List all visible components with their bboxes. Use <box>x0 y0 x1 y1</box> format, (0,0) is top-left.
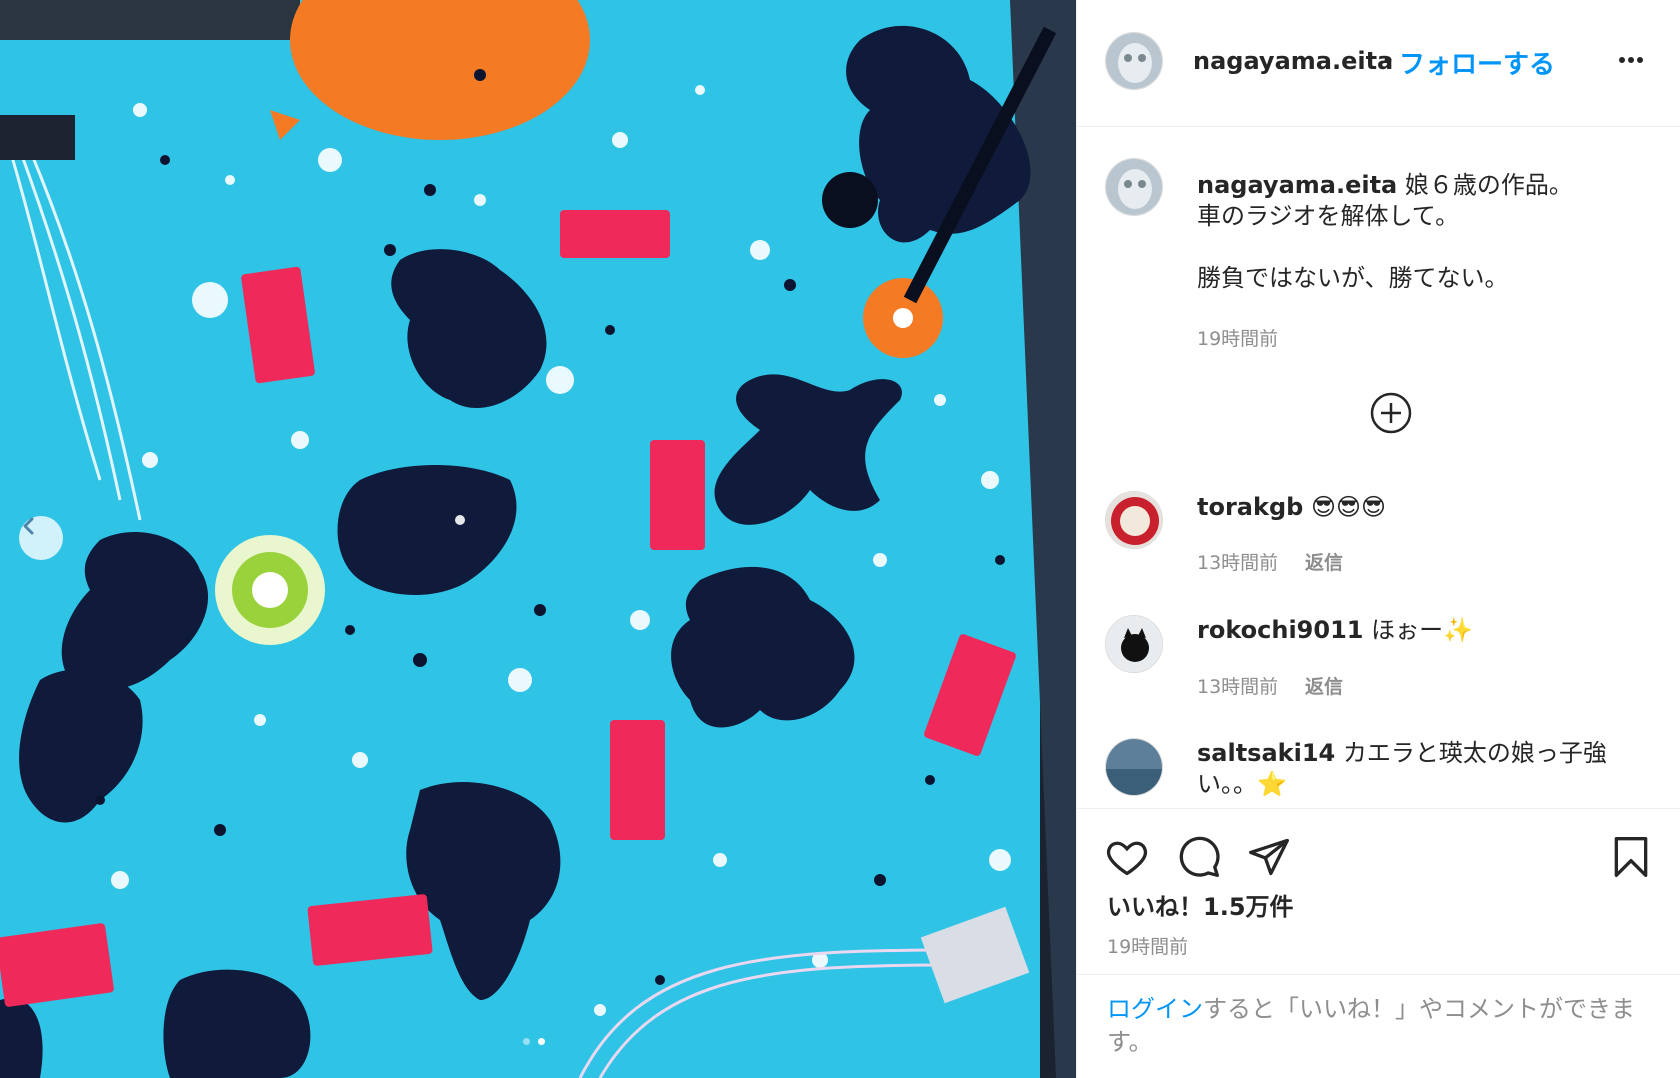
commenter-avatar[interactable] <box>1105 738 1163 796</box>
chevron-left-icon <box>23 517 34 535</box>
comment: rokochi9011 ほぉー✨ <box>1197 615 1637 646</box>
comment-bubble-icon <box>1179 836 1220 877</box>
comment-text: 😎😎😎 <box>1310 493 1387 521</box>
more-dots-icon <box>1619 57 1643 63</box>
comment-username[interactable]: torakgb <box>1197 493 1303 521</box>
comment-time[interactable]: 13時間前 <box>1197 672 1278 699</box>
load-more-comments-button[interactable] <box>1369 391 1413 435</box>
comment-text: ほぉー✨ <box>1371 616 1473 644</box>
carousel-dot <box>523 1038 530 1045</box>
plus-circle-icon <box>1370 392 1412 434</box>
carousel-prev-button[interactable] <box>19 516 63 560</box>
like-button[interactable] <box>1105 835 1149 883</box>
commenter-avatar[interactable] <box>1105 615 1163 673</box>
post-header: nagayama.eita • フォローする <box>1077 0 1680 127</box>
caption: nagayama.eita 娘６歳の作品。 車のラジオを解体して。 勝負ではない… <box>1197 170 1657 294</box>
paper-plane-icon <box>1249 838 1289 876</box>
bookmark-icon <box>1614 837 1648 877</box>
caption-username[interactable]: nagayama.eita <box>1197 171 1397 199</box>
header-separator: • <box>1381 47 1396 75</box>
comment-username[interactable]: saltsaki14 <box>1197 739 1335 767</box>
save-button[interactable] <box>1609 835 1653 883</box>
post-side-panel: nagayama.eita • フォローする nagayama.eita 娘６歳… <box>1076 0 1680 1078</box>
reply-button[interactable]: 返信 <box>1305 548 1343 575</box>
avatar-image <box>1106 739 1162 795</box>
avatar-image <box>1106 33 1162 89</box>
login-link[interactable]: ログイン <box>1107 995 1203 1023</box>
author-avatar[interactable] <box>1105 32 1163 90</box>
comment-username[interactable]: rokochi9011 <box>1197 616 1363 644</box>
more-options-button[interactable] <box>1617 46 1645 81</box>
comment-time[interactable]: 13時間前 <box>1197 548 1278 575</box>
caption-time[interactable]: 19時間前 <box>1197 324 1278 351</box>
share-button[interactable] <box>1247 835 1291 883</box>
carousel-dot-active <box>538 1038 545 1045</box>
painting-artwork <box>0 0 1076 1078</box>
avatar-image <box>1106 492 1162 548</box>
author-username[interactable]: nagayama.eita <box>1193 47 1393 75</box>
avatar-image <box>1106 616 1162 672</box>
follow-button[interactable]: フォローする <box>1399 44 1555 81</box>
like-count[interactable]: いいね！1.5万件 <box>1107 887 1294 922</box>
comment: saltsaki14 カエラと瑛太の娘っ子強い。。⭐️ <box>1197 738 1637 800</box>
login-prompt-text: ログインすると「いいね！」やコメントができます。 <box>1107 993 1647 1059</box>
comment: torakgb 😎😎😎 <box>1197 492 1637 523</box>
reply-button[interactable]: 返信 <box>1305 672 1343 699</box>
carousel-dots <box>523 1038 545 1045</box>
caption-avatar[interactable] <box>1105 158 1163 216</box>
comment-button[interactable] <box>1177 835 1221 883</box>
login-prompt: ログインすると「いいね！」やコメントができます。 <box>1077 974 1680 1078</box>
commenter-avatar[interactable] <box>1105 491 1163 549</box>
avatar-image <box>1106 159 1162 215</box>
post-image <box>0 0 1076 1078</box>
heart-icon <box>1106 841 1148 876</box>
post-timestamp[interactable]: 19時間前 <box>1107 932 1188 959</box>
